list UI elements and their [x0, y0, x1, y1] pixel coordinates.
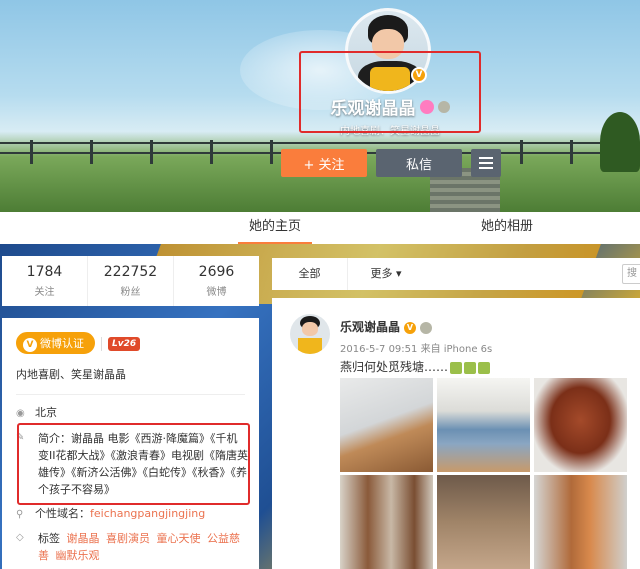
emoji-icon	[478, 361, 491, 374]
message-button[interactable]: 私信	[376, 149, 462, 177]
tab-home[interactable]: 她的主页	[238, 212, 312, 244]
feed-filter-bar: 全部 更多 ▾ 搜	[272, 258, 640, 290]
post-text: 燕归何处觅残塘……	[340, 358, 491, 375]
post-photo[interactable]	[340, 475, 433, 569]
stat-followers[interactable]: 222752 粉丝	[88, 256, 174, 306]
emoji-icon	[450, 361, 463, 374]
tags-row: ◇	[16, 530, 35, 543]
post-photo[interactable]	[437, 378, 530, 472]
badge-icon	[420, 321, 433, 334]
post-card: 乐观谢晶晶 V 2016-5-7 09:51 来自 iPhone 6s 燕归何处觅…	[272, 298, 640, 569]
verify-button[interactable]: V 微博认证	[16, 332, 95, 354]
tab-album[interactable]: 她的相册	[470, 212, 544, 244]
post-photo[interactable]	[340, 378, 433, 472]
verified-icon: V	[23, 338, 37, 352]
domain-link[interactable]: feichangpangjingjing	[90, 507, 205, 520]
location-pin-icon: ◉	[16, 408, 25, 419]
follow-button[interactable]: + 关注	[281, 149, 367, 177]
tags-list: 标签 谢晶晶 喜剧演员 童心天使 公益慈善 幽默乐观	[38, 532, 240, 562]
feed-tab-more[interactable]: 更多 ▾	[356, 258, 416, 290]
tag-item[interactable]: 喜剧演员	[106, 532, 150, 545]
tag-icon: ◇	[16, 532, 24, 543]
profile-tabs: 她的主页 她的相册	[0, 212, 640, 244]
highlight-box-bio	[17, 423, 250, 505]
link-icon: ⚲	[16, 509, 24, 520]
stat-posts[interactable]: 2696 微博	[174, 256, 259, 306]
stats-card: 1784 关注 222752 粉丝 2696 微博	[2, 256, 259, 306]
post-photo[interactable]	[534, 378, 627, 472]
post-author-row: 乐观谢晶晶 V	[340, 318, 433, 335]
feed-tab-all[interactable]: 全部	[272, 258, 348, 290]
highlight-box-name	[299, 51, 481, 133]
tag-item[interactable]: 童心天使	[157, 532, 201, 545]
domain-row: ⚲ 个性域名：feichangpangjingjing	[16, 507, 206, 520]
post-meta[interactable]: 2016-5-7 09:51 来自 iPhone 6s	[340, 340, 492, 355]
tag-item[interactable]: 幽默乐观	[56, 549, 100, 562]
hamburger-icon	[479, 157, 493, 159]
level-badge[interactable]: Lv26	[108, 336, 141, 351]
stat-following[interactable]: 1784 关注	[2, 256, 88, 306]
profile-description: 内地喜剧、笑星谢晶晶	[16, 368, 126, 381]
menu-button[interactable]	[471, 149, 501, 177]
tag-item[interactable]: 谢晶晶	[67, 532, 100, 545]
post-author[interactable]: 乐观谢晶晶	[340, 320, 400, 334]
post-avatar[interactable]	[290, 314, 330, 354]
post-photo[interactable]	[534, 475, 627, 569]
feed-search-input[interactable]: 搜	[622, 264, 640, 284]
location-row: ◉ 北京	[16, 406, 57, 419]
emoji-icon	[464, 361, 477, 374]
post-photo[interactable]	[437, 475, 530, 569]
verified-icon: V	[404, 321, 417, 334]
